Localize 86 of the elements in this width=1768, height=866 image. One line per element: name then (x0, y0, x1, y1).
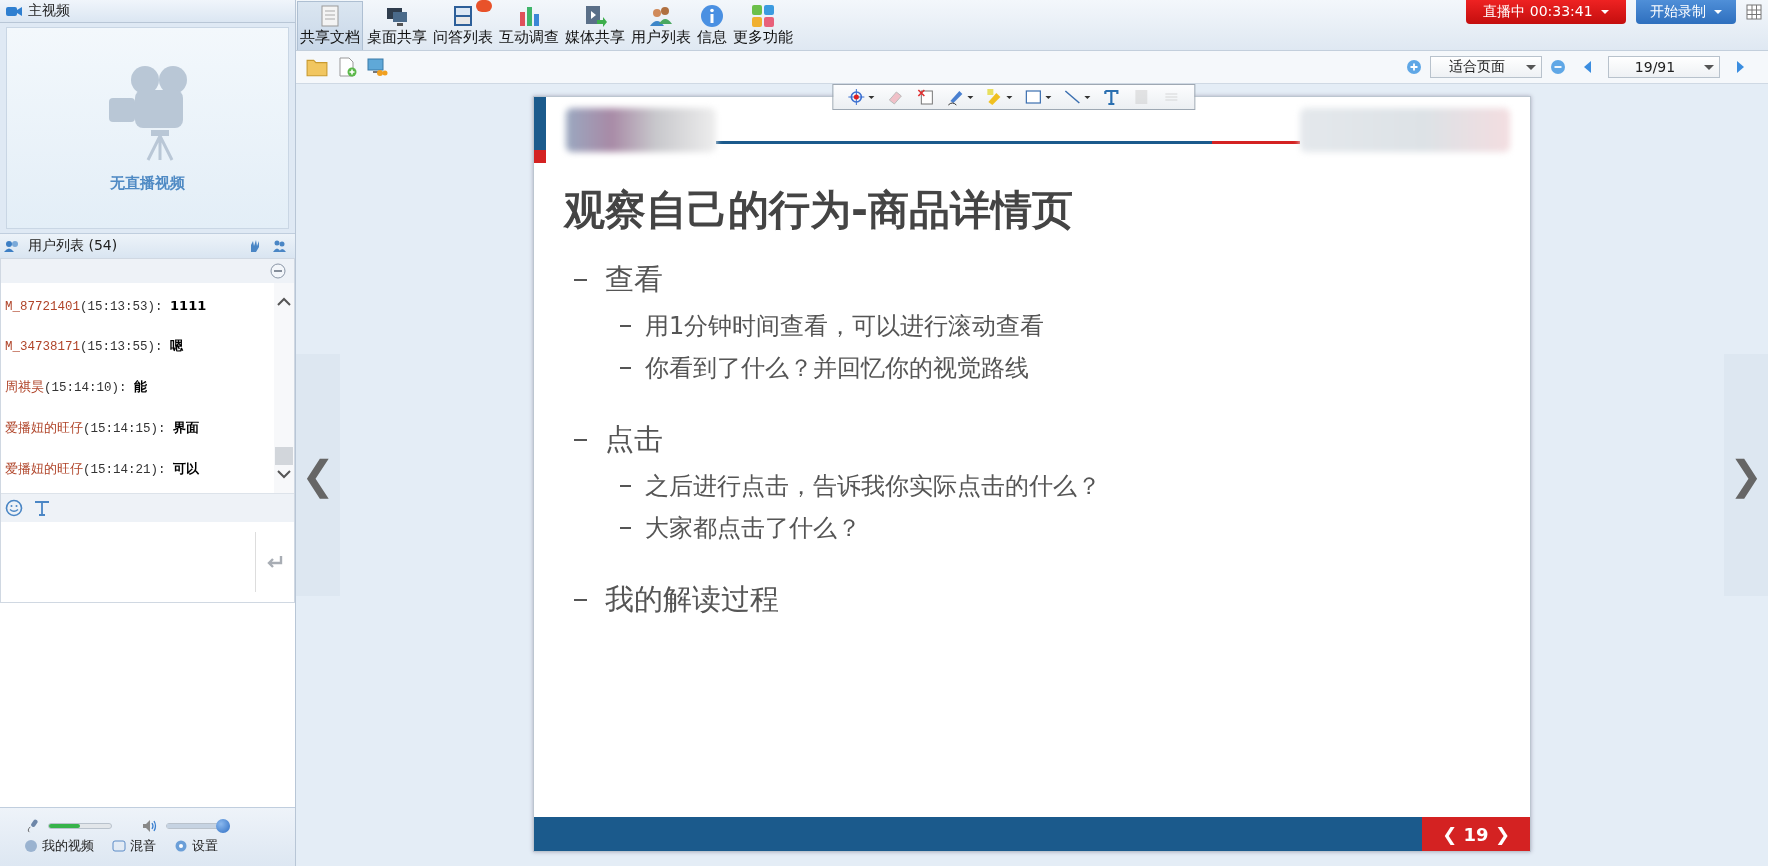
emoji-icon[interactable] (5, 499, 23, 517)
pointer-tool[interactable] (847, 88, 875, 106)
slide-sub-bullet: 大家都点击了什么？ (645, 513, 861, 544)
zoom-in-icon[interactable] (1406, 59, 1422, 75)
text-tool[interactable] (1102, 88, 1121, 106)
toolbar-button[interactable]: 用户列表 (629, 2, 693, 50)
text-icon (1102, 88, 1121, 106)
bullet-mark (620, 325, 631, 327)
line-tool[interactable] (1063, 88, 1091, 106)
slide-sub-bullet: 你看到了什么？并回忆你的视觉路线 (645, 353, 1029, 384)
chat-message: 爱播妞的旺仔(15:14:15): 界面 (5, 418, 201, 437)
bullet-mark (574, 599, 587, 601)
slide-title: 观察自己的行为-商品详情页 (562, 185, 1075, 236)
rect-tool[interactable] (1024, 88, 1052, 106)
info-icon (699, 4, 725, 28)
camera-icon (6, 4, 22, 18)
line-icon (1063, 88, 1082, 106)
chat-message: M_87721401(15:13:53): 1111 (5, 298, 208, 315)
people-icon[interactable] (271, 239, 287, 253)
live-status-button[interactable]: 直播中 00:33:41 (1466, 0, 1626, 24)
pen-icon (946, 88, 965, 106)
toolbar-button[interactable]: 桌面共享 (365, 2, 429, 50)
panel-title: 主视频 (28, 2, 70, 20)
scrollbar[interactable] (274, 283, 294, 493)
bullet-mark (620, 527, 631, 529)
video-button[interactable]: 我的视频 (24, 837, 94, 855)
bullet-mark (574, 439, 587, 441)
square-icon (112, 839, 126, 853)
slide-bullet: 查看 (605, 261, 663, 298)
clear-tool[interactable] (916, 88, 935, 106)
eraser-icon (886, 88, 905, 106)
toolbar-button[interactable]: 更多功能 (731, 2, 795, 50)
bullet-mark (620, 485, 631, 487)
slide-sub-bullet: 用1分钟时间查看，可以进行滚动查看 (645, 311, 1045, 342)
app-grid-icon (750, 4, 776, 28)
screen-capture-icon[interactable] (366, 57, 388, 77)
toolbar-button[interactable]: 信息 (695, 2, 729, 50)
toolbar-button[interactable]: 共享文档 (297, 1, 363, 50)
bullet-mark (574, 279, 587, 281)
settings-button[interactable]: 设置 (174, 837, 218, 855)
scroll-down-icon[interactable] (276, 469, 292, 479)
previous-page-icon[interactable] (1582, 60, 1592, 74)
eraser-tool[interactable] (886, 88, 905, 106)
volume-slider[interactable] (166, 819, 230, 833)
scroll-up-icon[interactable] (276, 297, 292, 307)
slide-bullet: 我的解读过程 (605, 581, 779, 618)
collapse-icon[interactable] (270, 263, 286, 279)
text-format-icon[interactable] (33, 499, 51, 517)
rect-icon (1024, 88, 1043, 106)
next-page-icon[interactable] (1736, 60, 1746, 74)
slide-accent-bar (534, 97, 546, 163)
new-document-icon[interactable] (336, 57, 358, 77)
next-slide-button[interactable]: ❯ (1724, 354, 1768, 596)
chat-message: M_34738171(15:13:55): 嗯 (5, 337, 185, 356)
slide-sub-bullet: 之后进行点击，告诉我你实际点击的什么？ (645, 471, 1101, 502)
circle-icon (24, 839, 38, 853)
mix-button[interactable]: 混音 (112, 837, 156, 855)
toolbar-button[interactable]: 互动调查 (497, 2, 561, 50)
pen-tool[interactable] (946, 88, 974, 106)
layout-grid-icon[interactable] (1746, 4, 1762, 20)
record-button[interactable]: 开始录制 (1636, 0, 1736, 24)
microphone-level-meter (48, 823, 112, 829)
chat-message: 周祺昊(15:14:10): 能 (5, 378, 149, 396)
slide-bullet: 点击 (605, 421, 663, 458)
gear-icon (174, 839, 188, 853)
notification-badge (476, 0, 492, 12)
toolbar-button[interactable]: 问答列表 (431, 2, 495, 50)
pointer-icon (847, 88, 866, 106)
scroll-thumb[interactable] (275, 447, 293, 465)
chat-message: 爱播妞的旺仔(15:14:21): 可以 (5, 459, 201, 478)
folder-icon[interactable] (306, 57, 328, 77)
users-icon (648, 4, 674, 28)
user-list-title: 用户列表 (54) (28, 237, 118, 255)
speaker-icon[interactable] (142, 819, 158, 833)
highlighter-tool[interactable] (985, 88, 1013, 106)
users-icon (4, 239, 20, 253)
previous-slide-button[interactable]: ❮ (296, 354, 340, 596)
slide-page-number: ❮ 19 ❯ (1422, 817, 1530, 851)
bullet-mark (620, 367, 631, 369)
page-dropdown[interactable]: 19/91 (1608, 56, 1720, 78)
zoom-out-icon[interactable] (1550, 59, 1566, 75)
no-video-label: 无直播视频 (110, 173, 185, 193)
zoom-dropdown[interactable]: 适合页面 (1430, 56, 1542, 78)
toolbar-button[interactable]: 媒体共享 (563, 2, 627, 50)
clear-icon (916, 88, 935, 106)
enter-icon[interactable] (266, 555, 284, 569)
